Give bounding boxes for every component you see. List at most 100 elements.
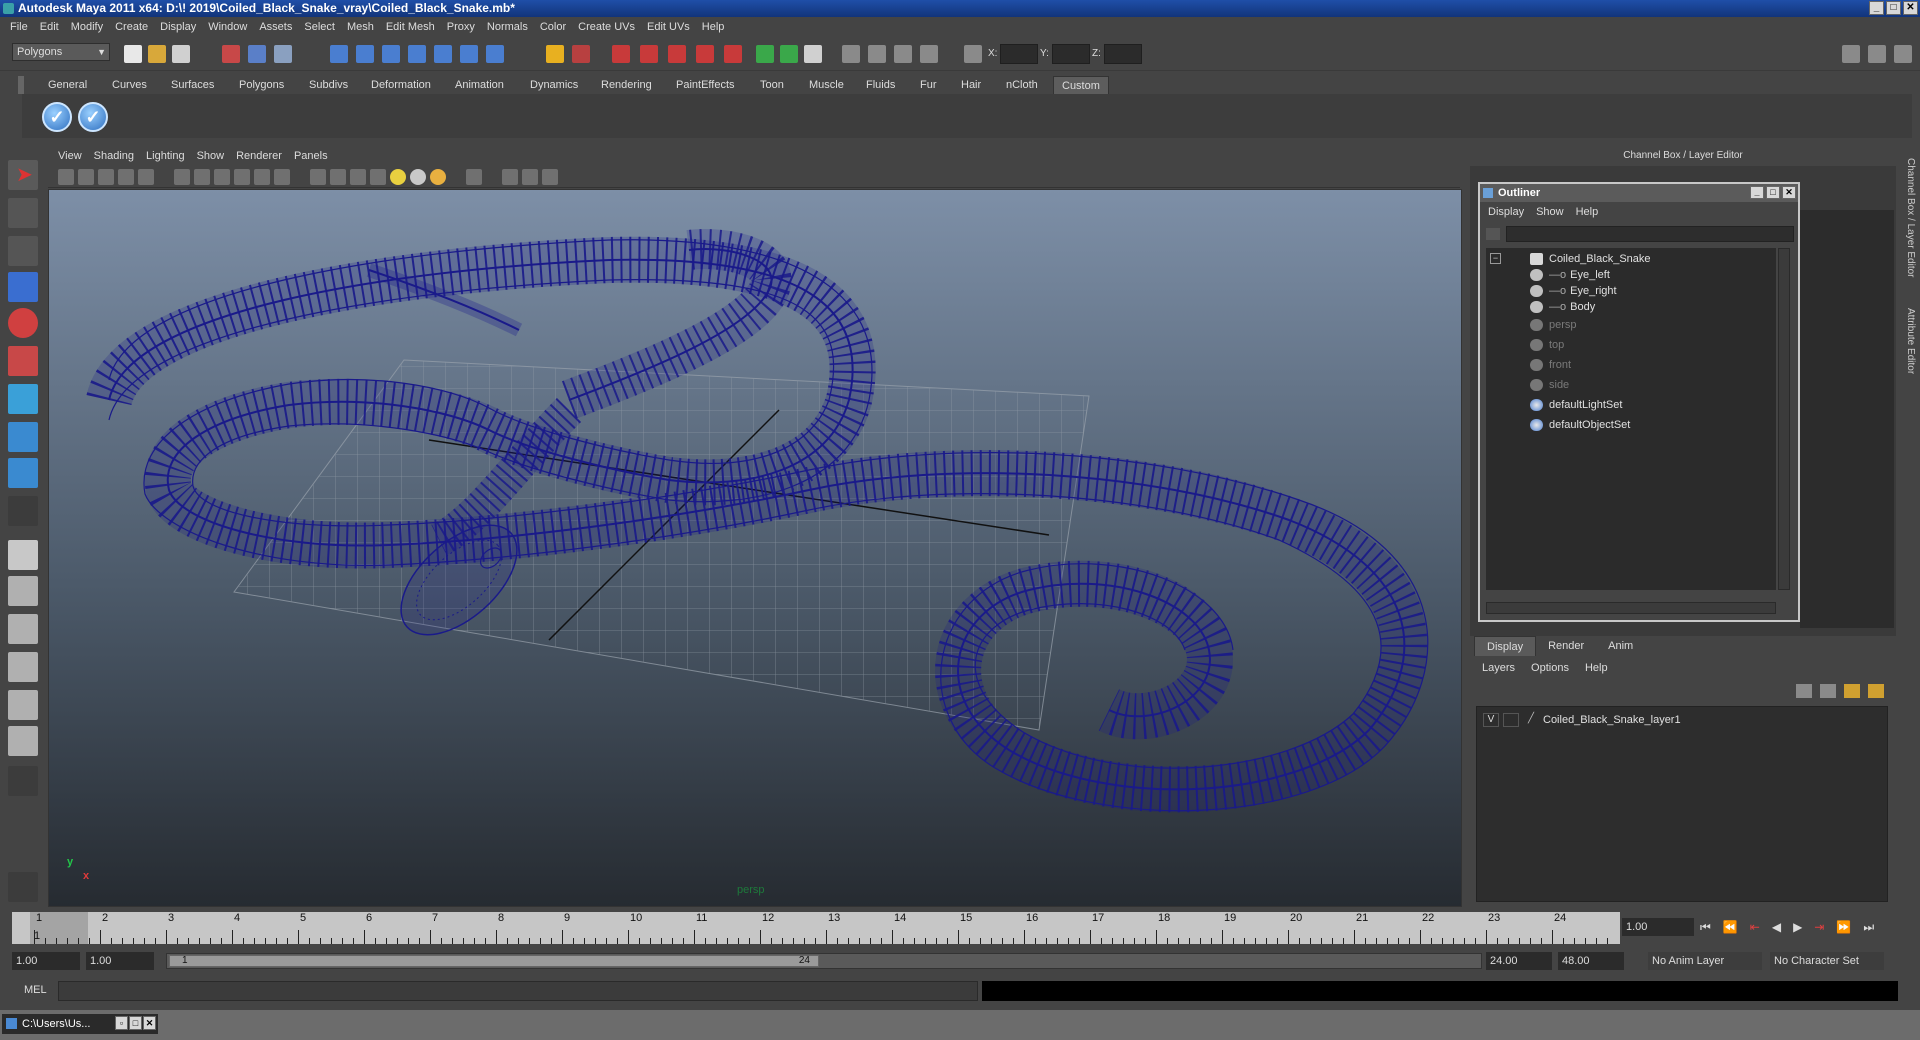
shelf-tab-deformation[interactable]: Deformation (363, 76, 439, 94)
lasso-tool-icon[interactable] (8, 198, 38, 228)
last-tool-slot[interactable] (8, 496, 38, 526)
hypershade-persp-layout-icon[interactable] (8, 690, 38, 720)
lock-icon[interactable] (546, 45, 564, 63)
layer-menu-help[interactable]: Help (1577, 662, 1616, 674)
paint-select-tool-icon[interactable] (8, 236, 38, 266)
outliner-title-bar[interactable]: Outliner _ □ ✕ (1480, 184, 1798, 202)
manipulator-tool-icon[interactable] (8, 384, 38, 414)
outliner-maximize-button[interactable]: □ (1766, 186, 1780, 199)
render-settings-icon[interactable] (696, 45, 714, 63)
shelf-tab-custom[interactable]: Custom (1053, 76, 1109, 94)
soft-mod-tool-icon[interactable] (8, 422, 38, 452)
rotate-tool-icon[interactable] (8, 308, 38, 338)
wireframe-shading-icon[interactable] (310, 169, 326, 185)
layer-tab-display[interactable]: Display (1474, 636, 1537, 656)
step-forward-icon[interactable]: ⏩ (1836, 920, 1851, 934)
layer-menu-options[interactable]: Options (1523, 662, 1577, 674)
display-icon[interactable] (920, 45, 938, 63)
channel-box-toggle-icon[interactable] (1894, 45, 1912, 63)
camera-attributes-icon[interactable] (78, 169, 94, 185)
graph-persp-layout-icon[interactable] (8, 652, 38, 682)
move-tool-icon[interactable] (8, 272, 38, 302)
persp-graph-outliner-layout-icon[interactable] (8, 726, 38, 756)
isolate-icon[interactable] (894, 45, 912, 63)
menu-color[interactable]: Color (534, 21, 572, 33)
animation-start-field[interactable]: 1.00 (12, 952, 80, 970)
shelf-tab-dynamics[interactable]: Dynamics (522, 76, 586, 94)
outliner-item-default-object-set[interactable]: defaultObjectSet (1530, 416, 1630, 434)
outliner-item-side[interactable]: side (1530, 376, 1569, 394)
menu-set-select[interactable]: Polygons ▼ (12, 43, 110, 61)
outliner-item-persp[interactable]: persp (1530, 316, 1577, 334)
shadows-icon[interactable] (430, 169, 446, 185)
shelf-tab-toon[interactable]: Toon (752, 76, 792, 94)
single-pane-layout-icon[interactable] (8, 540, 38, 570)
viewport-menu-panels[interactable]: Panels (288, 150, 334, 162)
shelf-tab-curves[interactable]: Curves (104, 76, 155, 94)
layer-menu-layers[interactable]: Layers (1474, 662, 1523, 674)
snap-point-icon[interactable] (382, 45, 400, 63)
shelf-tab-subdivs[interactable]: Subdivs (301, 76, 356, 94)
shelf-tab-ncloth[interactable]: nCloth (998, 76, 1046, 94)
menu-edit-uvs[interactable]: Edit UVs (641, 21, 696, 33)
restore-button[interactable]: ▫ (115, 1016, 128, 1030)
outliner-filter-icon[interactable] (1486, 228, 1500, 240)
ipr-render-icon[interactable] (668, 45, 686, 63)
vtab-attribute-editor[interactable]: Attribute Editor (1900, 308, 1916, 374)
layer-tab-anim[interactable]: Anim (1596, 636, 1645, 656)
snap-grid-icon[interactable] (330, 45, 348, 63)
vtab-channel-box[interactable]: Channel Box / Layer Editor (1900, 158, 1916, 278)
minimize-button[interactable]: _ (1869, 1, 1884, 15)
layer-tab-render[interactable]: Render (1536, 636, 1596, 656)
hypershade-icon[interactable] (724, 45, 742, 63)
playback-start-field[interactable]: 1.00 (86, 952, 154, 970)
time-slider[interactable]: 1 1 2 3 4 5 6 7 8 9 10 11 12 13 14 15 16 17 18 19 20 21 22 23 2… (12, 912, 1620, 944)
field-chart-icon[interactable] (234, 169, 250, 185)
shelf-tab-general[interactable]: General (40, 76, 95, 94)
menu-proxy[interactable]: Proxy (441, 21, 481, 33)
mel-label[interactable]: MEL (24, 984, 47, 996)
shelf-tab-fur[interactable]: Fur (912, 76, 945, 94)
outliner-menu-display[interactable]: Display (1482, 206, 1530, 218)
show-manip-tool-icon[interactable] (8, 458, 38, 488)
clipboard-icon[interactable] (804, 45, 822, 63)
film-gate-icon[interactable] (174, 169, 190, 185)
select-tool-icon[interactable]: ➤ (8, 160, 38, 190)
step-forward-key-icon[interactable]: ⇥ (1814, 920, 1824, 934)
outliner-menu-help[interactable]: Help (1570, 206, 1605, 218)
taskbar-item[interactable]: C:\Users\Us... ▫ □ ✕ (2, 1014, 158, 1034)
question-icon[interactable] (486, 45, 504, 63)
menu-modify[interactable]: Modify (65, 21, 109, 33)
shelf-tab-hair[interactable]: Hair (953, 76, 989, 94)
default-light-icon[interactable] (390, 169, 406, 185)
maximize-button[interactable]: □ (1886, 1, 1901, 15)
outliner-persp-layout-icon[interactable] (8, 614, 38, 644)
open-scene-icon[interactable] (148, 45, 166, 63)
save-scene-icon[interactable] (172, 45, 190, 63)
close-button[interactable]: ✕ (1903, 1, 1918, 15)
outliner-horizontal-scrollbar[interactable] (1486, 602, 1776, 614)
outliner-menu-show[interactable]: Show (1530, 206, 1570, 218)
shelf-menu-handle[interactable] (18, 76, 24, 94)
move-up-layer-icon[interactable] (1844, 684, 1860, 698)
four-pane-layout-icon[interactable] (8, 576, 38, 606)
select-component-icon[interactable] (274, 45, 292, 63)
outliner-item-top[interactable]: top (1530, 336, 1564, 354)
range-slider[interactable]: 1 24 (166, 953, 1482, 969)
bookmark-icon[interactable] (868, 45, 886, 63)
collapse-toggle-icon[interactable]: − (1490, 253, 1501, 264)
outliner-minimize-button[interactable]: _ (1750, 186, 1764, 199)
all-lights-icon[interactable] (410, 169, 426, 185)
viewport-menu-renderer[interactable]: Renderer (230, 150, 288, 162)
shelf-check-button-2[interactable]: ✓ (78, 102, 108, 132)
outliner-item-default-light-set[interactable]: defaultLightSet (1530, 396, 1622, 414)
menu-create[interactable]: Create (109, 21, 154, 33)
play-forward-icon[interactable]: ▶ (1793, 920, 1802, 934)
outliner-item-body[interactable]: —o Body (1530, 298, 1595, 316)
snap-plane-icon[interactable] (408, 45, 426, 63)
menu-select[interactable]: Select (298, 21, 341, 33)
maximize-button[interactable]: □ (129, 1016, 142, 1030)
anim-layer-select[interactable]: No Anim Layer (1648, 952, 1762, 970)
z-field[interactable] (1104, 44, 1142, 64)
menu-help[interactable]: Help (696, 21, 731, 33)
